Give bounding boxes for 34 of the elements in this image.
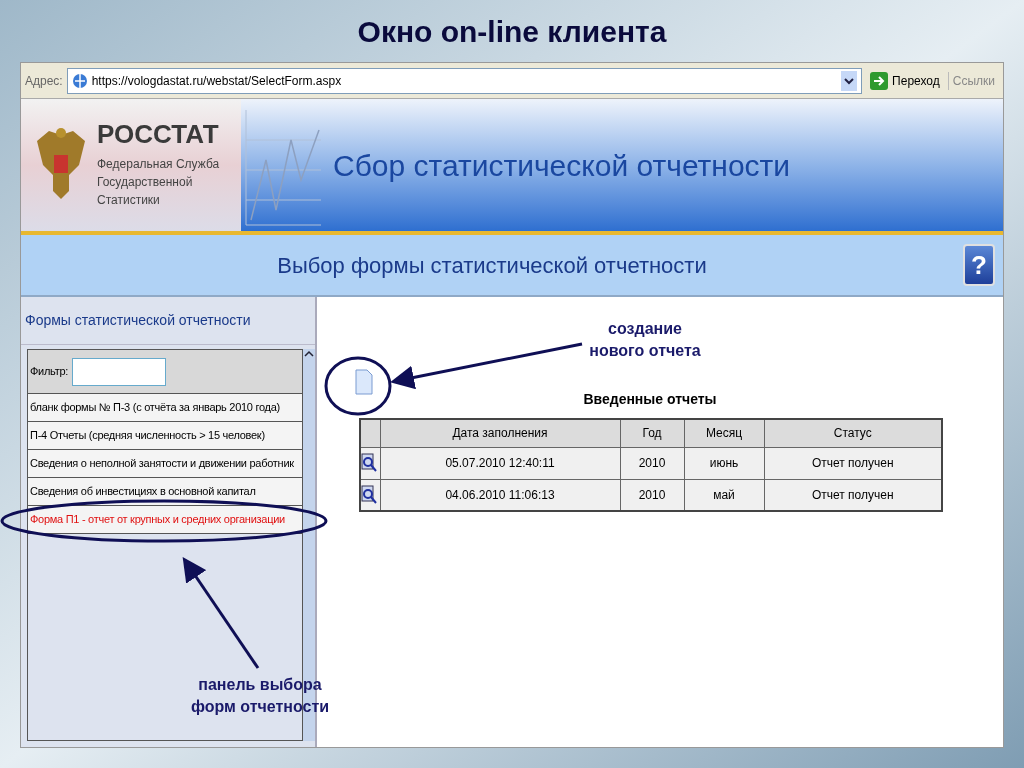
dropdown-icon[interactable] <box>841 70 858 91</box>
page-title: Выбор формы статистической отчетности <box>276 251 708 280</box>
address-label: Адрес: <box>25 72 63 90</box>
reports-title: Введенные отчеты <box>582 390 718 409</box>
highlight-circle <box>324 356 392 416</box>
org-subtitle: Государственной <box>97 174 194 191</box>
column-header: Дата заполнения <box>380 419 620 447</box>
magnifier-document-icon[interactable] <box>361 453 377 473</box>
sidebar-title: Формы статистической отчетности <box>25 311 251 330</box>
org-subtitle: Федеральная Служба <box>97 156 220 173</box>
url-field[interactable]: https://vologdastat.ru/webstat/SelectForm.aspx <box>66 67 863 94</box>
form-list-item[interactable]: П-4 Отчеты (средняя численность > 15 человек) <box>28 422 303 450</box>
site-title: Сбор статистической отчетности <box>333 147 791 184</box>
org-subtitle: Статистики <box>97 192 161 209</box>
help-button[interactable]: ? <box>963 244 995 286</box>
slide-title: Окно on-line клиента <box>357 13 667 50</box>
filter-label: Фильтр: <box>30 364 69 380</box>
go-button[interactable]: Переход <box>866 67 944 94</box>
table-cell: июнь <box>684 447 764 479</box>
table-cell: 2010 <box>620 447 684 479</box>
scroll-up-icon[interactable] <box>304 349 315 359</box>
callout-label: создание нового отчета <box>588 319 702 361</box>
arrow-right-icon <box>870 71 889 90</box>
table-cell: 05.07.2010 12:40:11 <box>380 447 620 479</box>
org-name: РОССТАТ <box>97 121 220 147</box>
form-list-item[interactable]: Сведения о неполной занятости и движении работник <box>28 450 303 478</box>
column-header: Год <box>620 419 684 447</box>
column-header: Месяц <box>684 419 764 447</box>
filter-field[interactable] <box>72 357 167 386</box>
form-list-item[interactable]: Форма П1 - отчет от крупных и средних организации <box>28 506 303 534</box>
magnifier-document-icon[interactable] <box>361 484 377 505</box>
form-list-item[interactable]: бланк формы № П-3 (с отчёта за январь 2010 года) <box>28 394 303 422</box>
globe-page-icon <box>71 72 88 89</box>
form-list-item[interactable]: Сведения об инвестициях в основной капитал <box>28 478 303 506</box>
